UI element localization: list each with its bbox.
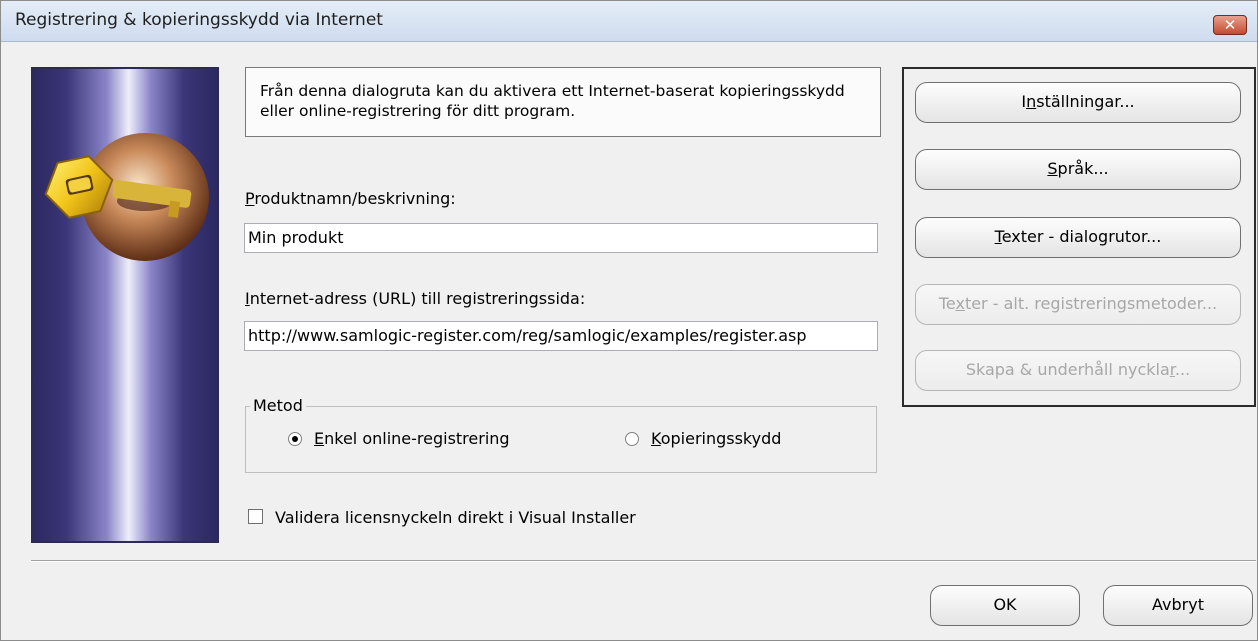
info-box: Från denna dialogruta kan du aktivera et…: [245, 67, 881, 137]
dialog-window: Registrering & kopieringsskydd via Inter…: [0, 0, 1258, 641]
validate-checkbox[interactable]: [248, 509, 263, 524]
close-icon: ✕: [1223, 16, 1237, 34]
product-name-input[interactable]: Min produkt: [244, 223, 878, 253]
info-text: Från denna dialogruta kan du aktivera et…: [260, 82, 845, 120]
footer-divider: [31, 560, 1256, 562]
method-legend: Metod: [250, 396, 306, 415]
radio-simple-registration[interactable]: [288, 432, 302, 446]
url-input[interactable]: http://www.samlogic-register.com/reg/sam…: [244, 321, 878, 351]
side-banner: [31, 67, 219, 543]
key-icon: [44, 133, 209, 261]
title-bar[interactable]: Registrering & kopieringsskydd via Inter…: [1, 1, 1257, 42]
window-title: Registrering & kopieringsskydd via Inter…: [15, 10, 383, 30]
radio-copy-protection[interactable]: [625, 432, 639, 446]
radio-simple-registration-label[interactable]: Enkel online-registrering: [314, 429, 510, 448]
texts-alt-methods-button[interactable]: Texter - alt. registreringsmetoder...: [915, 284, 1241, 325]
cancel-button[interactable]: Avbryt: [1103, 585, 1253, 626]
settings-button[interactable]: Inställningar...: [915, 82, 1241, 123]
texts-dialogs-button[interactable]: Texter - dialogrutor...: [915, 217, 1241, 258]
radio-copy-protection-label[interactable]: Kopieringsskydd: [651, 429, 781, 448]
ok-button[interactable]: OK: [930, 585, 1080, 626]
validate-checkbox-label[interactable]: Validera licensnyckeln direkt i Visual I…: [275, 508, 636, 527]
language-button[interactable]: Språk...: [915, 149, 1241, 190]
manage-keys-button[interactable]: Skapa & underhåll nycklar...: [915, 350, 1241, 391]
url-label: Internet-adress (URL) till registrerings…: [245, 289, 586, 308]
product-name-label: Produktnamn/beskrivning:: [245, 189, 456, 208]
close-button[interactable]: ✕: [1213, 15, 1247, 35]
radio-selected-dot: [292, 436, 298, 442]
